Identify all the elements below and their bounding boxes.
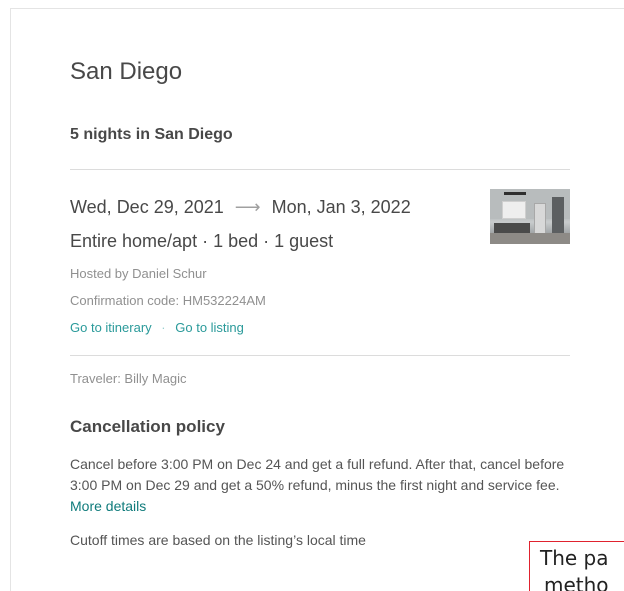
tooltip-line: The pa xyxy=(540,546,609,570)
nights-heading: 5 nights in San Diego xyxy=(70,126,233,143)
tooltip-line: metho xyxy=(544,573,609,591)
divider xyxy=(70,355,570,356)
cancellation-policy-heading: Cancellation policy xyxy=(70,417,225,436)
host-name: Hosted by Daniel Schur xyxy=(70,266,207,281)
divider xyxy=(70,169,570,170)
more-details-link[interactable]: More details xyxy=(70,498,146,514)
link-separator: · xyxy=(161,320,166,335)
trip-dates: Wed, Dec 29, 2021 ⟶ Mon, Jan 3, 2022 xyxy=(70,197,411,218)
listing-thumbnail[interactable] xyxy=(490,189,570,244)
confirmation-code: Confirmation code: HM532224AM xyxy=(70,293,266,308)
annotation-tooltip: The pa metho xyxy=(529,541,624,591)
check-in-date: Wed, Dec 29, 2021 xyxy=(70,197,224,217)
go-to-listing-link[interactable]: Go to listing xyxy=(175,320,244,335)
trip-links: Go to itinerary · Go to listing xyxy=(70,320,244,335)
cutoff-note: Cutoff times are based on the listing’s … xyxy=(70,532,366,548)
check-out-date: Mon, Jan 3, 2022 xyxy=(271,197,411,217)
listing-summary: Entire home/apt · 1 bed · 1 guest xyxy=(70,231,334,251)
cancellation-policy-body: Cancel before 3:00 PM on Dec 24 and get … xyxy=(70,456,565,493)
go-to-itinerary-link[interactable]: Go to itinerary xyxy=(70,320,152,335)
page-title: San Diego xyxy=(70,58,183,85)
arrow-right-icon: ⟶ xyxy=(234,197,261,217)
traveler-name: Traveler: Billy Magic xyxy=(70,371,187,386)
cancellation-policy-text: Cancel before 3:00 PM on Dec 24 and get … xyxy=(70,454,570,517)
